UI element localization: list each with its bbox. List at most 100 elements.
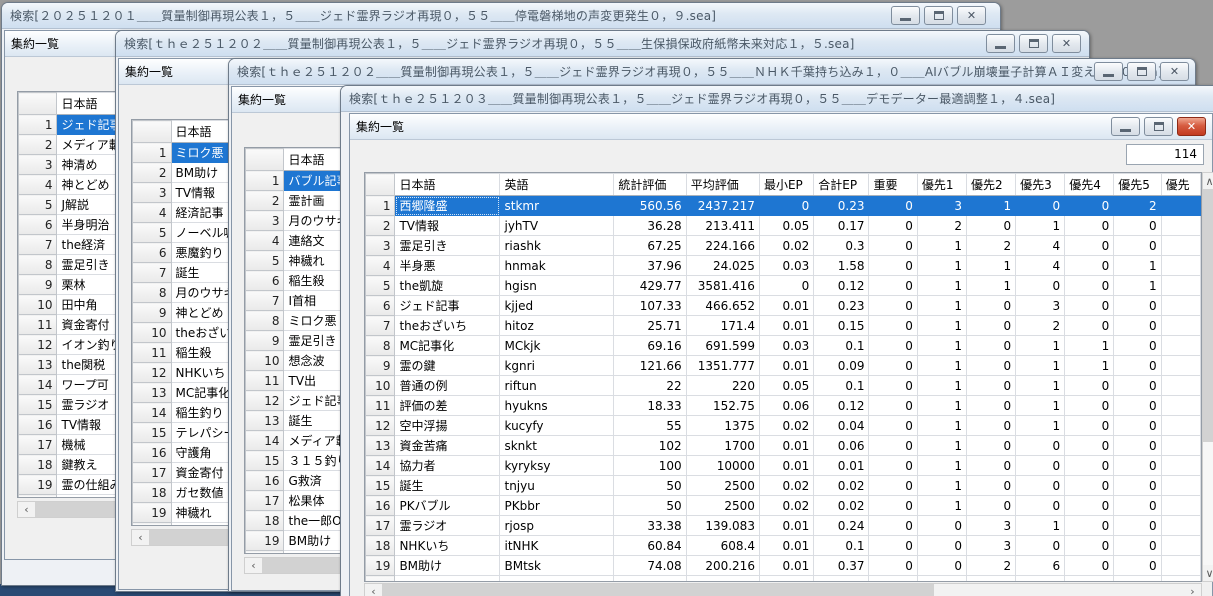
total-ep-cell[interactable]: 0.17	[814, 216, 869, 236]
important-cell[interactable]: 0	[869, 416, 917, 436]
priority2-cell[interactable]: 0	[966, 496, 1015, 516]
column-header[interactable]: 平均評価	[686, 174, 759, 196]
row-number-cell[interactable]	[246, 551, 284, 555]
priority2-cell[interactable]: 2	[966, 556, 1015, 576]
table-row[interactable]: 13資金苦痛sknkt10217000.010.06010000	[366, 436, 1201, 456]
row-number-cell[interactable]: 10	[366, 376, 395, 396]
priority3-cell[interactable]: 1	[1016, 516, 1065, 536]
priority6-cell[interactable]	[1161, 436, 1200, 456]
cell[interactable]	[1161, 576, 1200, 583]
avg-eval-cell[interactable]: 2500	[686, 476, 759, 496]
priority3-cell[interactable]: 6	[1016, 556, 1065, 576]
avg-eval-cell[interactable]: 2437.217	[686, 196, 759, 216]
priority6-cell[interactable]	[1161, 416, 1200, 436]
row-number-cell[interactable]: 11	[246, 371, 284, 391]
min-ep-cell[interactable]: 0.01	[759, 556, 813, 576]
row-number-cell[interactable]: 16	[19, 415, 57, 435]
row-number-cell[interactable]: 5	[19, 195, 57, 215]
priority2-cell[interactable]: 1	[966, 276, 1015, 296]
priority3-cell[interactable]: 4	[1016, 236, 1065, 256]
japanese-cell[interactable]: NHKいち	[395, 536, 500, 556]
avg-eval-cell[interactable]: 224.166	[686, 236, 759, 256]
priority1-cell[interactable]: 1	[917, 316, 966, 336]
table-row[interactable]: 18NHKいちitNHK60.84608.40.010.1003000	[366, 536, 1201, 556]
min-ep-cell[interactable]: 0.03	[759, 336, 813, 356]
priority5-cell[interactable]: 0	[1114, 556, 1161, 576]
priority1-cell[interactable]: 1	[917, 476, 966, 496]
cell[interactable]	[814, 576, 869, 583]
total-ep-cell[interactable]: 0.23	[814, 296, 869, 316]
english-cell[interactable]: stkmr	[500, 196, 614, 216]
row-number-cell[interactable]: 16	[133, 443, 172, 463]
scroll-up-icon[interactable]: ∧	[1203, 173, 1213, 189]
table-row[interactable]: 3霊足引きriashk67.25224.1660.020.3012400	[366, 236, 1201, 256]
total-ep-cell[interactable]: 0.1	[814, 536, 869, 556]
stat-eval-cell[interactable]: 100	[614, 456, 686, 476]
row-number-cell[interactable]: 7	[19, 235, 57, 255]
min-ep-cell[interactable]: 0.02	[759, 496, 813, 516]
important-cell[interactable]: 0	[869, 256, 917, 276]
scroll-down-icon[interactable]: ∨	[1203, 565, 1213, 581]
priority5-cell[interactable]: 0	[1114, 476, 1161, 496]
stat-eval-cell[interactable]: 60.84	[614, 536, 686, 556]
row-number-cell[interactable]: 15	[246, 451, 284, 471]
total-ep-cell[interactable]: 1.58	[814, 256, 869, 276]
cell[interactable]	[759, 576, 813, 583]
min-ep-cell[interactable]: 0.05	[759, 376, 813, 396]
priority3-cell[interactable]: 4	[1016, 256, 1065, 276]
row-number-cell[interactable]: 15	[19, 395, 57, 415]
window-titlebar[interactable]: 検索[ｔｈｅ２５１２０２＿＿質量制御再現公表１，５＿＿ジェド霊界ラジオ再現０，５…	[229, 59, 1195, 85]
row-number-cell[interactable]: 9	[19, 275, 57, 295]
total-ep-cell[interactable]: 0.1	[814, 376, 869, 396]
scrollbar-track[interactable]	[934, 584, 1184, 596]
min-ep-cell[interactable]: 0.02	[759, 476, 813, 496]
english-cell[interactable]: riftun	[500, 376, 614, 396]
japanese-cell[interactable]: 協力者	[395, 456, 500, 476]
total-ep-cell[interactable]: 0.02	[814, 476, 869, 496]
table-row[interactable]: 1西郷隆盛stkmr560.562437.21700.23031002	[366, 196, 1201, 216]
cell[interactable]	[614, 576, 686, 583]
row-number-cell[interactable]: 2	[246, 191, 284, 211]
english-cell[interactable]: kyryksy	[500, 456, 614, 476]
row-number-cell[interactable]	[133, 523, 172, 527]
close-button[interactable]: ✕	[1177, 117, 1206, 136]
table-row[interactable]: 16PKバブルPKbbr5025000.020.02010000	[366, 496, 1201, 516]
row-number-cell[interactable]: 14	[366, 456, 395, 476]
avg-eval-cell[interactable]: 3581.416	[686, 276, 759, 296]
row-number-cell[interactable]: 7	[246, 291, 284, 311]
row-number-cell[interactable]: 1	[246, 171, 284, 191]
row-number-cell[interactable]: 6	[246, 271, 284, 291]
english-cell[interactable]: sknkt	[500, 436, 614, 456]
priority4-cell[interactable]: 0	[1065, 216, 1114, 236]
grid-corner-cell[interactable]	[366, 174, 395, 196]
priority4-cell[interactable]: 0	[1065, 496, 1114, 516]
scroll-left-icon[interactable]: ‹	[18, 502, 35, 517]
stat-eval-cell[interactable]: 560.56	[614, 196, 686, 216]
priority5-cell[interactable]: 2	[1114, 196, 1161, 216]
priority2-cell[interactable]: 0	[966, 436, 1015, 456]
priority4-cell[interactable]: 0	[1065, 516, 1114, 536]
priority2-cell[interactable]: 1	[966, 196, 1015, 216]
row-number-cell[interactable]: 3	[366, 236, 395, 256]
priority3-cell[interactable]: 0	[1016, 536, 1065, 556]
japanese-cell[interactable]: ジェド記事	[395, 296, 500, 316]
japanese-cell[interactable]: 半身悪	[395, 256, 500, 276]
japanese-cell[interactable]: theおざいち	[395, 316, 500, 336]
japanese-cell[interactable]: PKバブル	[395, 496, 500, 516]
row-number-cell[interactable]: 10	[19, 295, 57, 315]
priority2-cell[interactable]: 0	[966, 396, 1015, 416]
cell[interactable]	[686, 576, 759, 583]
priority4-cell[interactable]: 1	[1065, 356, 1114, 376]
priority6-cell[interactable]	[1161, 536, 1200, 556]
important-cell[interactable]: 0	[869, 276, 917, 296]
priority4-cell[interactable]: 0	[1065, 536, 1114, 556]
row-number-cell[interactable]: 4	[246, 231, 284, 251]
english-cell[interactable]: kgnri	[500, 356, 614, 376]
row-number-cell[interactable]: 11	[366, 396, 395, 416]
row-number-cell[interactable]: 19	[246, 531, 284, 551]
min-ep-cell[interactable]: 0.02	[759, 416, 813, 436]
priority2-cell[interactable]: 0	[966, 316, 1015, 336]
min-ep-cell[interactable]: 0.01	[759, 516, 813, 536]
japanese-cell[interactable]: BM助け	[395, 556, 500, 576]
priority1-cell[interactable]: 1	[917, 456, 966, 476]
